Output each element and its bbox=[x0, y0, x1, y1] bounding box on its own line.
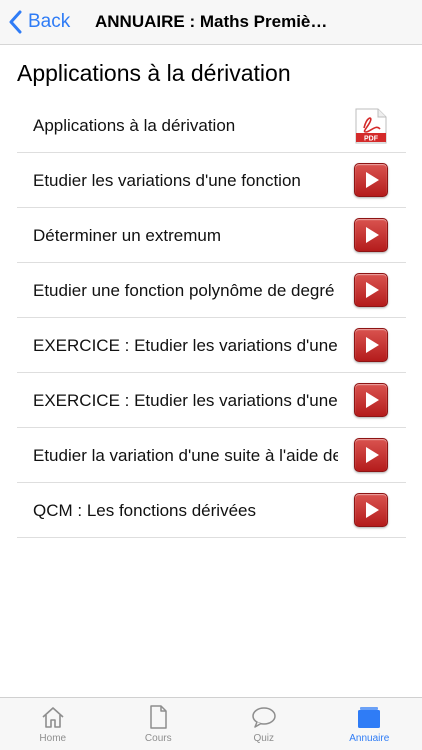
navigation-bar: Back ANNUAIRE : Maths Premièr... bbox=[0, 0, 422, 45]
list-item[interactable]: Applications à la dérivation PDF bbox=[17, 98, 406, 153]
list-item-label: EXERCICE : Etudier les variations d'une … bbox=[33, 336, 338, 355]
back-button[interactable]: Back bbox=[8, 9, 70, 35]
list-item-label: Déterminer un extremum bbox=[33, 226, 222, 245]
list-item[interactable]: Etudier les variations d'une fonction bbox=[17, 153, 406, 208]
play-icon[interactable] bbox=[354, 163, 388, 197]
play-icon[interactable] bbox=[354, 493, 388, 527]
play-icon[interactable] bbox=[354, 273, 388, 307]
document-icon bbox=[150, 705, 167, 729]
list-item-label: Etudier une fonction polynôme de degré bbox=[33, 281, 335, 300]
back-label: Back bbox=[28, 11, 71, 32]
tab-quiz[interactable]: Quiz bbox=[211, 698, 317, 750]
tab-label: Home bbox=[39, 733, 67, 744]
tab-home[interactable]: Home bbox=[0, 698, 106, 750]
tab-label: Cours bbox=[144, 733, 172, 744]
tab-cours[interactable]: Cours bbox=[106, 698, 212, 750]
chat-bubble-icon bbox=[252, 707, 276, 728]
list-item[interactable]: EXERCICE : Etudier les variations d'une … bbox=[17, 318, 406, 373]
pdf-label: PDF bbox=[364, 136, 379, 143]
list-item-label: Etudier la variation d'une suite à l'aid… bbox=[33, 446, 338, 465]
play-icon[interactable] bbox=[354, 218, 388, 252]
folder-icon bbox=[358, 707, 381, 728]
list-item[interactable]: QCM : Les fonctions dérivées bbox=[17, 483, 406, 538]
play-icon[interactable] bbox=[354, 328, 388, 362]
home-icon bbox=[42, 707, 64, 728]
page-title: ANNUAIRE : Maths Premièr... bbox=[95, 12, 330, 31]
list-item[interactable]: Etudier la variation d'une suite à l'aid… bbox=[17, 428, 406, 483]
list-item-label: QCM : Les fonctions dérivées bbox=[33, 501, 256, 520]
list-item-label: Applications à la dérivation bbox=[33, 116, 236, 135]
chevron-left-icon bbox=[9, 10, 22, 34]
play-icon[interactable] bbox=[354, 438, 388, 472]
pdf-icon[interactable]: PDF bbox=[354, 108, 388, 144]
list-item[interactable]: Etudier une fonction polynôme de degré bbox=[17, 263, 406, 318]
tab-label: Quiz bbox=[253, 733, 275, 744]
tab-bar: Home Cours Quiz Annuaire bbox=[0, 697, 422, 750]
section-title: Applications à la dérivation bbox=[17, 60, 291, 86]
list-item-label: EXERCICE : Etudier les variations d'une … bbox=[33, 391, 338, 410]
list-item[interactable]: Déterminer un extremum bbox=[17, 208, 406, 263]
list-item[interactable]: EXERCICE : Etudier les variations d'une … bbox=[17, 373, 406, 428]
play-icon[interactable] bbox=[354, 383, 388, 417]
tab-label: Annuaire bbox=[349, 733, 390, 744]
resource-list: Applications à la dérivation PDF Etudier… bbox=[17, 98, 406, 538]
tab-annuaire[interactable]: Annuaire bbox=[317, 698, 422, 750]
list-item-label: Etudier les variations d'une fonction bbox=[33, 171, 301, 190]
